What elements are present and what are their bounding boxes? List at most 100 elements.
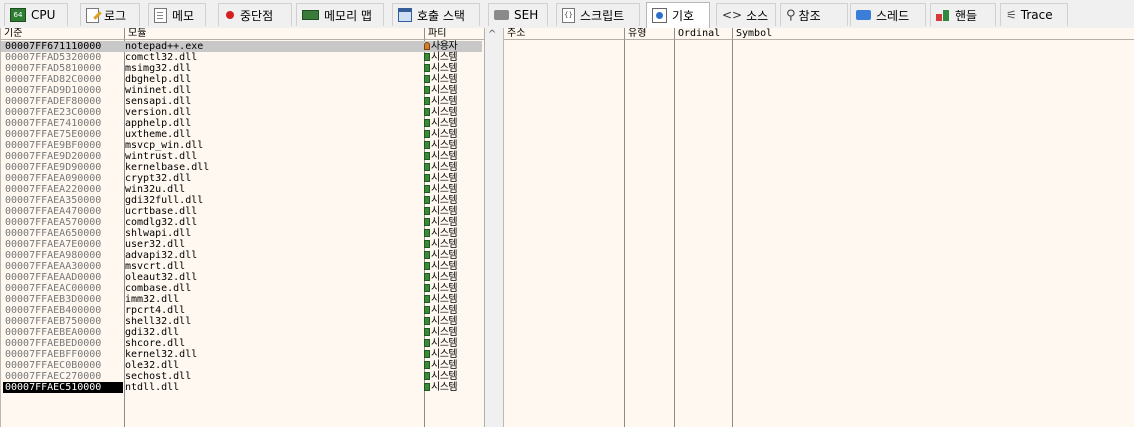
module-row[interactable]: 00007FFAE7410000 apphelp.dll 시스템 bbox=[1, 118, 484, 129]
tab-cpu[interactable]: 64 CPU bbox=[4, 3, 68, 26]
module-row[interactable]: 00007FFAEA980000 advapi32.dll 시스템 bbox=[1, 250, 484, 261]
column-header-party[interactable]: 파티 bbox=[425, 28, 484, 40]
tab-threads[interactable]: 스레드 bbox=[850, 3, 926, 26]
module-party-label: 시스템 bbox=[431, 360, 458, 371]
system-module-icon bbox=[424, 339, 430, 347]
tab-label: 스크립트 bbox=[580, 8, 625, 23]
tab-memory-map[interactable]: 메모리 맵 bbox=[296, 3, 384, 26]
system-module-icon bbox=[424, 75, 430, 83]
module-name: wintrust.dll bbox=[125, 151, 198, 162]
module-row[interactable]: 00007FFAE9D20000 wintrust.dll 시스템 bbox=[1, 151, 484, 162]
module-base-address: 00007FFAEA350000 bbox=[5, 195, 102, 206]
tab-label: 메모 bbox=[172, 8, 195, 23]
tab-source[interactable]: <> 소스 bbox=[716, 3, 776, 26]
module-name: dbghelp.dll bbox=[125, 74, 192, 85]
column-header-ordinal[interactable]: Ordinal bbox=[675, 28, 733, 40]
column-header-label: Symbol bbox=[736, 28, 773, 39]
pane-splitter[interactable]: ^ bbox=[484, 28, 504, 427]
module-party: 시스템 bbox=[423, 327, 479, 338]
tab-notes[interactable]: 메모 bbox=[148, 3, 206, 26]
tab-script[interactable]: {} 스크립트 bbox=[556, 3, 640, 26]
module-row[interactable]: 00007FFAEBEA0000 gdi32.dll 시스템 bbox=[1, 327, 484, 338]
tab-trace[interactable]: ⚟ Trace bbox=[1000, 3, 1068, 26]
tab-references[interactable]: ⚲ 참조 bbox=[780, 3, 848, 26]
module-row[interactable]: 00007FFAEA090000 crypt32.dll 시스템 bbox=[1, 173, 484, 184]
module-party: 시스템 bbox=[423, 129, 479, 140]
tab-call-stack[interactable]: 호출 스택 bbox=[392, 3, 480, 26]
module-row[interactable]: 00007FFAEA650000 shlwapi.dll 시스템 bbox=[1, 228, 484, 239]
module-row[interactable]: 00007FFAE75E0000 uxtheme.dll 시스템 bbox=[1, 129, 484, 140]
module-row[interactable]: 00007FFAEA350000 gdi32full.dll 시스템 bbox=[1, 195, 484, 206]
module-row[interactable]: 00007FFAEB400000 rpcrt4.dll 시스템 bbox=[1, 305, 484, 316]
module-name: shell32.dll bbox=[125, 316, 192, 327]
tab-symbols[interactable]: 기호 bbox=[646, 2, 710, 28]
module-party: 시스템 bbox=[423, 228, 479, 239]
module-row[interactable]: 00007FFAEC0B0000 ole32.dll 시스템 bbox=[1, 360, 484, 371]
module-base-address: 00007FFAEA570000 bbox=[5, 217, 102, 228]
notes-icon bbox=[154, 7, 167, 23]
module-row[interactable]: 00007FFAE9D90000 kernelbase.dll 시스템 bbox=[1, 162, 484, 173]
module-row[interactable]: 00007FFAD5320000 comctl32.dll 시스템 bbox=[1, 52, 484, 63]
module-row[interactable]: 00007FFAD82C0000 dbghelp.dll 시스템 bbox=[1, 74, 484, 85]
column-header-module[interactable]: 모듈 bbox=[125, 28, 425, 40]
module-row[interactable]: 00007FFAEA570000 comdlg32.dll 시스템 bbox=[1, 217, 484, 228]
module-row[interactable]: 00007FFAEA220000 win32u.dll 시스템 bbox=[1, 184, 484, 195]
column-header-base[interactable]: 기준 bbox=[1, 28, 125, 40]
module-party-label: 시스템 bbox=[431, 184, 458, 195]
module-row[interactable]: 00007FFAEC270000 sechost.dll 시스템 bbox=[1, 371, 484, 382]
symbol-list-pane[interactable]: 주소 유형 Ordinal Symbol bbox=[503, 28, 1134, 427]
seh-icon bbox=[494, 10, 509, 20]
system-module-icon bbox=[424, 53, 430, 61]
tab-seh[interactable]: SEH bbox=[488, 3, 548, 26]
tab-label: 참조 bbox=[798, 8, 821, 23]
tab-log[interactable]: 로그 bbox=[80, 3, 140, 26]
module-row[interactable]: 00007FFAEB750000 shell32.dll 시스템 bbox=[1, 316, 484, 327]
column-header-address[interactable]: 주소 bbox=[504, 28, 625, 40]
module-name: rpcrt4.dll bbox=[125, 305, 186, 316]
module-row[interactable]: 00007FFAEAC00000 combase.dll 시스템 bbox=[1, 283, 484, 294]
module-party: 시스템 bbox=[423, 316, 479, 327]
module-party-label: 시스템 bbox=[431, 272, 458, 283]
tab-breakpoints[interactable]: 중단점 bbox=[218, 3, 292, 26]
module-base-address: 00007FFAEBEA0000 bbox=[5, 327, 102, 338]
module-name: sensapi.dll bbox=[125, 96, 192, 107]
module-base-address: 00007FFAE7410000 bbox=[5, 118, 102, 129]
module-row[interactable]: 00007FFAEBED0000 shcore.dll 시스템 bbox=[1, 338, 484, 349]
module-row[interactable]: 00007FFADEF80000 sensapi.dll 시스템 bbox=[1, 96, 484, 107]
collapse-icon[interactable]: ^ bbox=[488, 29, 496, 40]
module-name: combase.dll bbox=[125, 283, 192, 294]
system-module-icon bbox=[424, 317, 430, 325]
module-base-address: 00007FFAEA980000 bbox=[5, 250, 102, 261]
module-party: 사용자 bbox=[423, 41, 479, 52]
system-module-icon bbox=[424, 141, 430, 149]
module-row[interactable]: 00007FFAE9BF0000 msvcp_win.dll 시스템 bbox=[1, 140, 484, 151]
module-name: comdlg32.dll bbox=[125, 217, 198, 228]
module-party-label: 시스템 bbox=[431, 129, 458, 140]
tab-handles[interactable]: 핸들 bbox=[930, 3, 996, 26]
module-row[interactable]: 00007FFAD9D10000 wininet.dll 시스템 bbox=[1, 85, 484, 96]
module-row[interactable]: 00007FFAD5810000 msimg32.dll 시스템 bbox=[1, 63, 484, 74]
module-row[interactable]: 00007FFAEAA30000 msvcrt.dll 시스템 bbox=[1, 261, 484, 272]
tab-label: CPU bbox=[31, 8, 56, 22]
column-header-type[interactable]: 유형 bbox=[625, 28, 675, 40]
module-list-pane[interactable]: 기준 모듈 파티 00007FF671110000 notepad++.exe 사용… bbox=[0, 28, 484, 427]
system-module-icon bbox=[424, 185, 430, 193]
module-row[interactable]: 00007FF671110000 notepad++.exe 사용자 bbox=[1, 41, 484, 52]
module-party: 시스템 bbox=[423, 360, 479, 371]
module-party: 시스템 bbox=[423, 305, 479, 316]
module-party-label: 시스템 bbox=[431, 206, 458, 217]
module-row[interactable]: 00007FFAEA470000 ucrtbase.dll 시스템 bbox=[1, 206, 484, 217]
system-module-icon bbox=[424, 97, 430, 105]
module-row[interactable]: 00007FFAE23C0000 version.dll 시스템 bbox=[1, 107, 484, 118]
module-row[interactable]: 00007FFAEBFF0000 kernel32.dll 시스템 bbox=[1, 349, 484, 360]
module-row[interactable]: 00007FFAEA7E0000 user32.dll 시스템 bbox=[1, 239, 484, 250]
column-header-symbol[interactable]: Symbol bbox=[733, 28, 1134, 40]
module-row[interactable]: 00007FFAEC510000 ntdll.dll 시스템 bbox=[1, 382, 484, 393]
module-row[interactable]: 00007FFAEAAD0000 oleaut32.dll 시스템 bbox=[1, 272, 484, 283]
module-party-label: 시스템 bbox=[431, 316, 458, 327]
module-row[interactable]: 00007FFAEB3D0000 imm32.dll 시스템 bbox=[1, 294, 484, 305]
module-base-address: 00007FF671110000 bbox=[5, 41, 102, 52]
module-party-label: 시스템 bbox=[431, 63, 458, 74]
module-party-label: 시스템 bbox=[431, 107, 458, 118]
module-base-address: 00007FFAEB750000 bbox=[5, 316, 102, 327]
